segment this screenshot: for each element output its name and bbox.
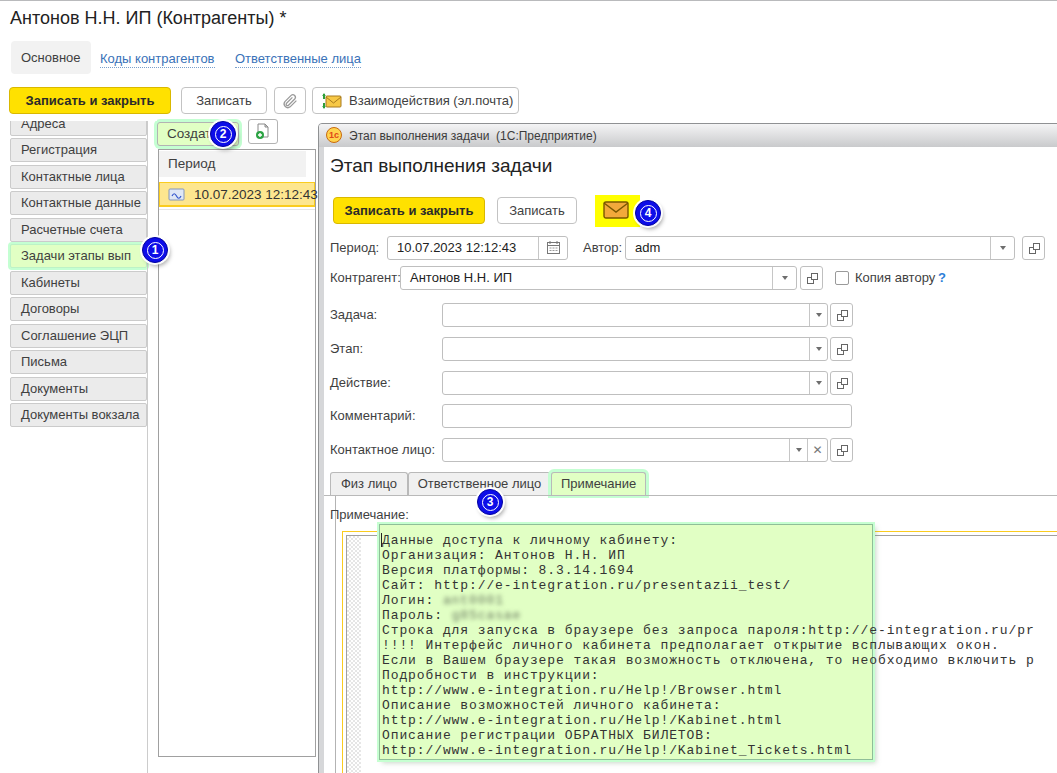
dialog-title: Этап выполнения задачи [330, 155, 552, 177]
task-choose-button[interactable] [830, 303, 853, 327]
tab-main[interactable]: Основное [11, 41, 91, 74]
field-label-author: Автор: [583, 236, 622, 260]
dialog-save-button[interactable]: Записать [497, 197, 577, 224]
window-top-border [0, 0, 1057, 1]
contact-input[interactable]: ✕ [442, 438, 828, 462]
annotation-badge-2: 2 [210, 121, 236, 147]
mail-arrows-icon [322, 92, 344, 118]
field-label-comment: Комментарий: [330, 404, 416, 428]
sidebar-item-3[interactable]: Контактные данные [10, 191, 147, 215]
record-icon [168, 188, 185, 206]
column-header-period[interactable]: Период [159, 151, 306, 177]
stage-input[interactable] [442, 337, 828, 361]
save-button[interactable]: Записать [181, 87, 267, 114]
copy-new-button[interactable] [248, 119, 278, 144]
note-text: Данные доступа к личному кабинету:Органи… [382, 533, 1035, 758]
tasks-list-table: Период 10.07.2023 12:12:43 [158, 149, 316, 757]
table-row[interactable]: 10.07.2023 12:12:43 [159, 182, 315, 207]
action-input[interactable] [442, 371, 828, 395]
sidebar-item-11[interactable]: Документы вокзала [10, 403, 147, 427]
1c-logo-icon: 1с [326, 127, 342, 143]
dropdown-arrow-icon[interactable] [809, 304, 827, 326]
author-choose-button[interactable] [1022, 236, 1045, 260]
field-label-period: Период: [330, 236, 379, 260]
counterparty-choose-button[interactable] [800, 266, 823, 290]
copy-to-author-checkbox[interactable] [835, 271, 849, 285]
dialog-window-title: Этап выполнения задачи (1С:Предприятие) [349, 129, 597, 143]
blurred-credential: g8Scasae [452, 608, 522, 623]
tabs-underline [324, 495, 1057, 496]
field-label-counterparty: Контрагент: [330, 266, 401, 290]
sidebar-item-4[interactable]: Расчетные счета [10, 218, 147, 242]
annotation-badge-1: 1 [142, 237, 168, 263]
tab-page-left-border [335, 496, 336, 773]
contact-choose-button[interactable] [830, 438, 853, 462]
new-document-icon [255, 123, 271, 140]
blurred-credential: ant0001 [443, 593, 504, 608]
annotation-badge-3: 3 [477, 489, 503, 515]
calendar-icon[interactable] [538, 237, 567, 259]
sidebar-item-2[interactable]: Контактные лица [10, 165, 147, 189]
dropdown-arrow-icon[interactable] [990, 237, 1014, 259]
counterparty-input[interactable]: Антонов Н.Н. ИП [400, 266, 797, 290]
paperclip-icon [281, 92, 299, 110]
dialog-titlebar[interactable]: 1с Этап выполнения задачи (1С:Предприяти… [319, 124, 1057, 147]
stage-choose-button[interactable] [830, 337, 853, 361]
period-input[interactable]: 10.07.2023 12:12:43 [387, 236, 568, 260]
row-separator [159, 209, 315, 210]
action-choose-button[interactable] [830, 371, 853, 395]
dialog-window: 1с Этап выполнения задачи (1С:Предприяти… [318, 123, 1057, 773]
nav-link-responsible[interactable]: Ответственные лица [235, 51, 361, 68]
clear-icon[interactable]: ✕ [807, 439, 827, 461]
attachment-button[interactable] [274, 87, 306, 114]
save-close-button[interactable]: Записать и закрыть [9, 87, 171, 114]
sidebar-item-6[interactable]: Кабинеты [10, 271, 147, 295]
tab-note[interactable]: Примечание [551, 472, 646, 495]
field-label-action: Действие: [330, 371, 391, 395]
field-label-task: Задача: [330, 303, 377, 327]
row-period-value: 10.07.2023 12:12:43 [194, 183, 318, 206]
author-input[interactable]: adm [625, 236, 1015, 260]
envelope-icon [603, 200, 629, 220]
sidebar-item-8[interactable]: Соглашение ЭЦП [10, 324, 147, 348]
dropdown-arrow-icon[interactable] [789, 439, 807, 461]
field-label-contact: Контактное лицо: [330, 438, 435, 462]
panel-splitter[interactable] [147, 121, 148, 773]
note-textarea[interactable]: Данные доступа к личному кабинету:Органи… [346, 535, 1057, 773]
copy-to-author-label: Копия автору [855, 266, 935, 290]
sidebar-item-1[interactable]: Регистрация [10, 138, 147, 162]
note-label: Примечание: [330, 507, 409, 522]
mail-button-highlight [595, 195, 640, 227]
task-input[interactable] [442, 303, 828, 327]
comment-input[interactable] [442, 404, 852, 428]
nav-link-codes[interactable]: Коды контрагентов [100, 51, 215, 68]
sidebar-item-5[interactable]: Задачи этапы вып [10, 244, 147, 268]
sidebar-item-9[interactable]: Письма [10, 350, 147, 374]
dialog-save-close-button[interactable]: Записать и закрыть [333, 197, 485, 224]
dropdown-arrow-icon[interactable] [809, 372, 827, 394]
annotation-badge-4: 4 [635, 200, 661, 226]
field-label-stage: Этап: [330, 337, 363, 361]
dropdown-arrow-icon[interactable] [772, 267, 796, 289]
page-title: Антонов Н.Н. ИП (Контрагенты) * [10, 8, 286, 29]
textarea-gutter [347, 536, 361, 773]
sidebar-item-7[interactable]: Договоры [10, 297, 147, 321]
interactions-label: Взаимодействия (эл.почта) [349, 93, 513, 108]
tab-person[interactable]: Физ лицо [330, 472, 408, 495]
help-icon[interactable]: ? [938, 266, 946, 290]
send-mail-button[interactable] [603, 200, 629, 224]
interactions-button[interactable]: Взаимодействия (эл.почта) [312, 87, 519, 114]
dropdown-arrow-icon[interactable] [809, 338, 827, 360]
dialog-content: Этап выполнения задачи Записать и закрыт… [324, 147, 1057, 773]
sidebar-item-10[interactable]: Документы [10, 377, 147, 401]
